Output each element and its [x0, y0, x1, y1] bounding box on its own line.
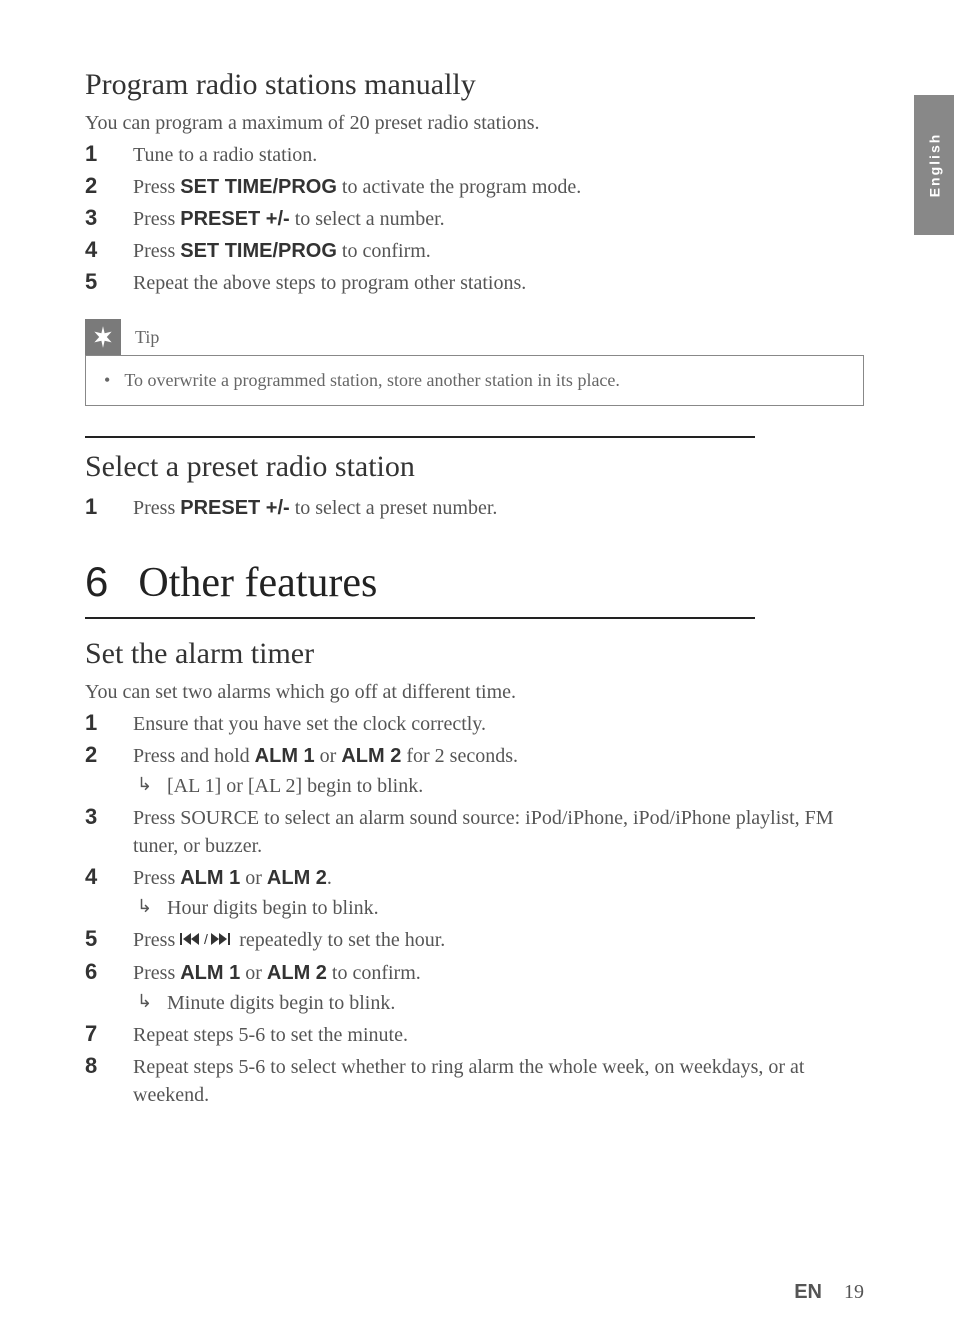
step-text: Repeat the above steps to program other …: [133, 269, 864, 297]
footer-lang: EN: [794, 1281, 822, 1303]
list-item: 8 Repeat steps 5-6 to select whether to …: [85, 1053, 864, 1109]
arrow-right-icon: ↳: [137, 894, 167, 919]
list-item: 1 Press PRESET +/- to select a preset nu…: [85, 494, 864, 522]
list-item: 3 Press PRESET +/- to select a number.: [85, 205, 864, 233]
section3-steps: 1 Ensure that you have set the clock cor…: [85, 710, 864, 1109]
step-number: 3: [85, 205, 133, 231]
step-number: 2: [85, 742, 133, 768]
step-number: 1: [85, 141, 133, 167]
step-number: 1: [85, 494, 133, 520]
step-text: Press and hold ALM 1 or ALM 2 for 2 seco…: [133, 742, 864, 800]
language-label: English: [926, 133, 942, 198]
chapter-number: 6: [85, 558, 108, 606]
step-number: 4: [85, 864, 133, 890]
step-text: Press PRESET +/- to select a number.: [133, 205, 864, 233]
tip-block: Tip To overwrite a programmed station, s…: [85, 319, 864, 406]
sub-step: ↳Hour digits begin to blink.: [133, 894, 864, 922]
list-item: 7 Repeat steps 5-6 to set the minute.: [85, 1021, 864, 1049]
step-number: 4: [85, 237, 133, 263]
list-item: 1 Ensure that you have set the clock cor…: [85, 710, 864, 738]
svg-text:/: /: [204, 931, 208, 947]
list-item: 1 Tune to a radio station.: [85, 141, 864, 169]
tip-text: To overwrite a programmed station, store…: [124, 370, 620, 391]
step-text: Press ALM 1 or ALM 2 to confirm. ↳ Minut…: [133, 959, 864, 1017]
section1-steps: 1 Tune to a radio station. 2 Press SET T…: [85, 141, 864, 297]
language-side-tab: English: [914, 95, 954, 235]
step-number: 5: [85, 926, 133, 952]
skip-prev-next-icon: /: [180, 927, 234, 955]
step-number: 1: [85, 710, 133, 736]
list-item: 5 Press / repeatedly to set the hour.: [85, 926, 864, 955]
step-number: 7: [85, 1021, 133, 1047]
step-text: Ensure that you have set the clock corre…: [133, 710, 864, 738]
list-item: 2 Press SET TIME/PROG to activate the pr…: [85, 173, 864, 201]
step-number: 3: [85, 804, 133, 830]
list-item: 5 Repeat the above steps to program othe…: [85, 269, 864, 297]
arrow-right-icon: ↳: [137, 989, 167, 1014]
tip-body: To overwrite a programmed station, store…: [85, 355, 864, 406]
asterisk-icon: [85, 319, 121, 355]
section-alarm-timer-title: Set the alarm timer: [85, 637, 864, 671]
step-number: 6: [85, 959, 133, 985]
tip-header: Tip: [85, 319, 864, 355]
list-item: 4 Press ALM 1 or ALM 2. ↳Hour digits beg…: [85, 864, 864, 922]
step-text: Press SET TIME/PROG to activate the prog…: [133, 173, 864, 201]
section2-steps: 1 Press PRESET +/- to select a preset nu…: [85, 494, 864, 522]
step-number: 5: [85, 269, 133, 295]
page-footer: EN 19: [794, 1281, 864, 1304]
section-select-preset-title: Select a preset radio station: [85, 450, 864, 484]
step-text: Press SET TIME/PROG to confirm.: [133, 237, 864, 265]
chapter-heading: 6 Other features: [85, 558, 864, 607]
list-item: 6 Press ALM 1 or ALM 2 to confirm. ↳ Min…: [85, 959, 864, 1017]
step-text: Repeat steps 5-6 to select whether to ri…: [133, 1053, 864, 1109]
step-text: Tune to a radio station.: [133, 141, 864, 169]
list-item: 2 Press and hold ALM 1 or ALM 2 for 2 se…: [85, 742, 864, 800]
footer-page-number: 19: [844, 1281, 864, 1303]
sub-step: ↳[AL 1] or [AL 2] begin to blink.: [133, 772, 864, 800]
step-number: 8: [85, 1053, 133, 1079]
step-number: 2: [85, 173, 133, 199]
arrow-right-icon: ↳: [137, 772, 167, 797]
chapter-title: Other features: [138, 559, 377, 607]
chapter-divider: [85, 617, 755, 619]
step-text: Press / repeatedly to set the hour.: [133, 926, 864, 955]
step-text: Press ALM 1 or ALM 2. ↳Hour digits begin…: [133, 864, 864, 922]
list-item: 3 Press SOURCE to select an alarm sound …: [85, 804, 864, 860]
section-divider: [85, 436, 755, 438]
step-text: Repeat steps 5-6 to set the minute.: [133, 1021, 864, 1049]
section-program-manually-title: Program radio stations manually: [85, 68, 864, 102]
list-item: 4 Press SET TIME/PROG to confirm.: [85, 237, 864, 265]
section3-intro: You can set two alarms which go off at d…: [85, 681, 864, 704]
step-text: Press SOURCE to select an alarm sound so…: [133, 804, 864, 860]
section1-intro: You can program a maximum of 20 preset r…: [85, 112, 864, 135]
step-text: Press PRESET +/- to select a preset numb…: [133, 494, 864, 522]
sub-step: ↳ Minute digits begin to blink.: [133, 989, 864, 1017]
tip-label: Tip: [135, 327, 159, 348]
